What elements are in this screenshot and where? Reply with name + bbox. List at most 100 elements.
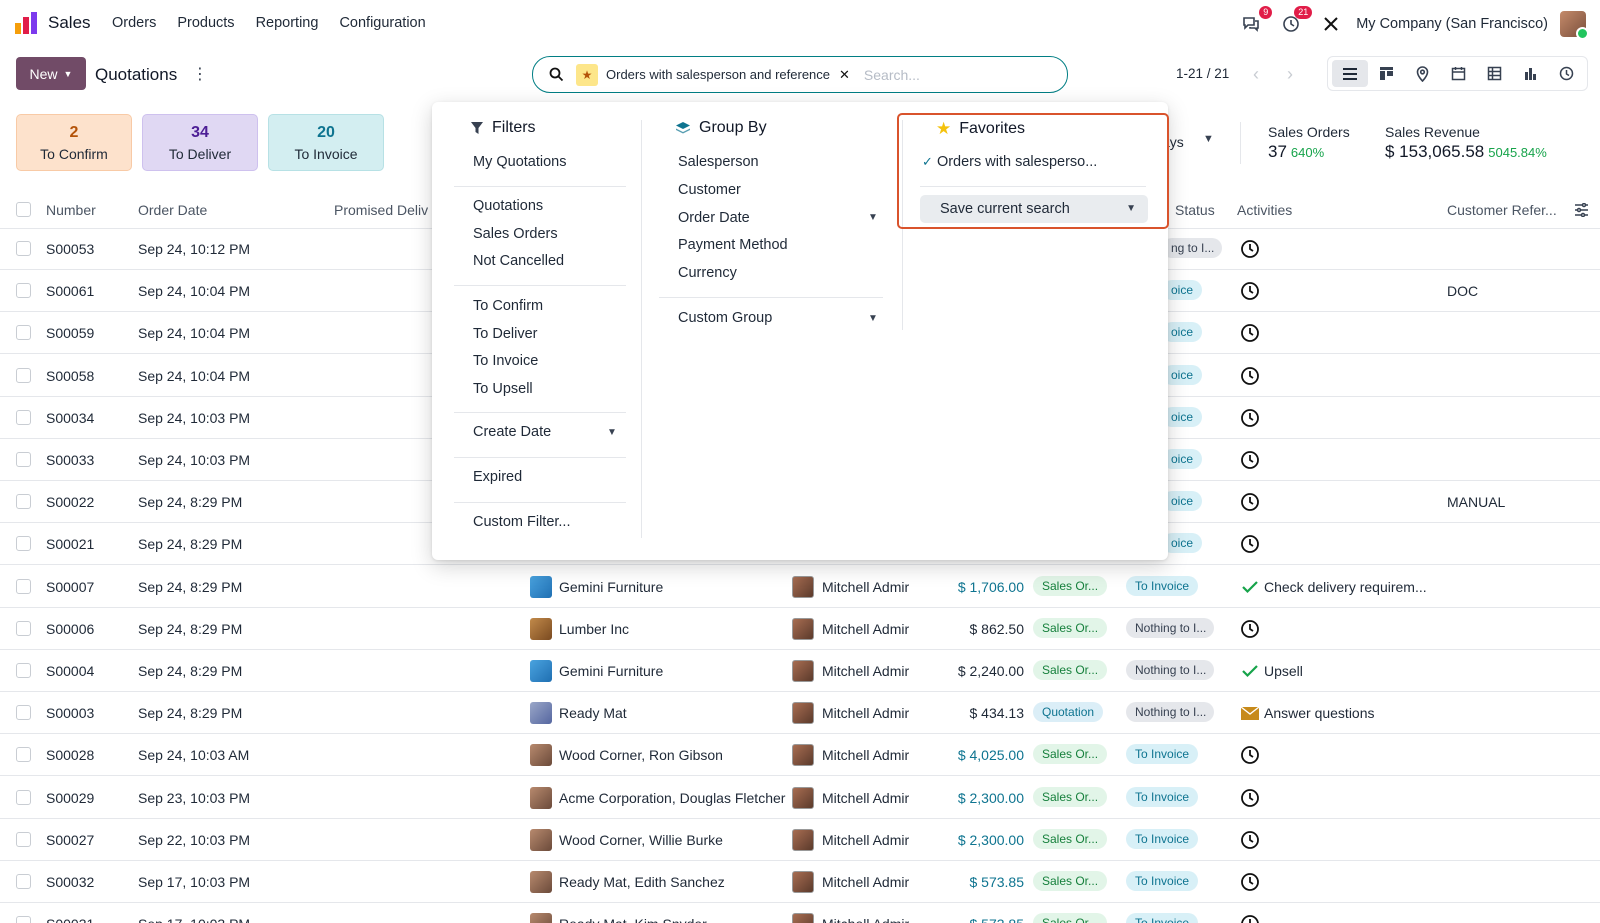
groupby-salesperson[interactable]: Salesperson [678,154,759,170]
tools-icon[interactable] [1318,11,1344,37]
clock-icon[interactable] [1240,450,1260,470]
table-row[interactable]: S00004 Sep 24, 8:29 PM Gemini Furniture Mit… [0,650,1600,692]
row-checkbox[interactable] [16,409,31,425]
filter-expired[interactable]: Expired [473,469,522,485]
row-checkbox[interactable] [16,874,31,889]
table-row[interactable]: S00006 Sep 24, 8:29 PM Lumber Inc Mitchell … [0,608,1600,650]
row-checkbox[interactable] [16,452,31,467]
remove-facet-icon[interactable]: ✕ [839,67,850,83]
filter-quotations[interactable]: Quotations [473,198,543,214]
caret-down-icon[interactable]: ▼ [868,212,878,223]
row-checkbox[interactable] [16,916,31,923]
groupby-payment-method[interactable]: Payment Method [678,237,788,253]
search-input[interactable] [863,66,1044,83]
sales-app-icon[interactable] [14,11,38,35]
groupby-order-date[interactable]: Order Date [678,210,750,226]
row-checkbox[interactable] [16,494,31,510]
activities-clock-icon[interactable]: 21 [1278,6,1313,37]
row-checkbox[interactable] [16,747,31,763]
kpi-to-deliver[interactable]: 34 To Deliver [142,114,258,171]
map-view-icon[interactable] [1404,60,1440,87]
search-bar[interactable]: ★ Orders with salesperson and reference … [532,56,1068,93]
row-checkbox[interactable] [16,536,31,552]
table-row[interactable]: S00032 Sep 17, 10:03 PM Ready Mat, Edith S… [0,861,1600,903]
col-number[interactable]: Number [46,202,96,218]
filter-my-quotations[interactable]: My Quotations [473,154,567,170]
clock-icon[interactable] [1240,492,1260,512]
col-invoice-status[interactable]: Status [1175,202,1215,218]
row-checkbox[interactable] [16,620,31,636]
col-order-date[interactable]: Order Date [138,202,207,218]
user-avatar[interactable] [1560,11,1589,40]
pager-next-icon[interactable]: › [1277,61,1303,87]
clock-icon[interactable] [1240,323,1260,343]
clock-icon[interactable] [1240,408,1260,428]
table-row[interactable]: S00007 Sep 24, 8:29 PM Gemini Furniture Mit… [0,566,1600,608]
caret-down-icon[interactable]: ▼ [607,427,617,438]
menu-products[interactable]: Products [177,15,234,31]
actions-menu-icon[interactable]: ⋮ [192,64,208,84]
clock-icon[interactable] [1240,872,1260,892]
app-name[interactable]: Sales [48,13,91,33]
col-activities[interactable]: Activities [1237,202,1292,218]
graph-view-icon[interactable] [1512,60,1548,87]
check-icon[interactable] [1240,661,1260,681]
kanban-view-icon[interactable] [1368,60,1404,87]
calendar-view-icon[interactable] [1440,60,1476,87]
clock-icon[interactable] [1240,534,1260,554]
clock-icon[interactable] [1240,788,1260,808]
custom-filter-link[interactable]: Custom Filter... [473,514,571,530]
row-checkbox[interactable] [16,705,31,721]
table-row[interactable]: S00027 Sep 22, 10:03 PM Wood Corner, Willi… [0,819,1600,861]
pager-previous-icon[interactable]: ‹ [1243,61,1269,87]
messages-icon[interactable]: 9 [1238,6,1273,37]
row-checkbox[interactable] [16,663,31,678]
table-row[interactable]: S00031 Sep 17, 10:03 PM Ready Mat, Kim Sny… [0,903,1600,923]
menu-orders[interactable]: Orders [112,15,156,31]
kpi-to-invoice[interactable]: 20 To Invoice [268,114,384,171]
row-checkbox[interactable] [16,789,31,805]
row-checkbox[interactable] [16,367,31,383]
table-row[interactable]: S00028 Sep 24, 10:03 AM Wood Corner, Ron G… [0,734,1600,777]
activity-view-icon[interactable] [1548,60,1584,87]
clock-icon[interactable] [1240,914,1260,923]
custom-group-select[interactable]: Custom Group [678,310,772,326]
clock-icon[interactable] [1240,830,1260,850]
company-switcher[interactable]: My Company (San Francisco) [1356,16,1548,32]
groupby-currency[interactable]: Currency [678,265,737,281]
pivot-view-icon[interactable] [1476,60,1512,87]
clock-icon[interactable] [1240,281,1260,301]
col-promised-delivery[interactable]: Promised Deliv [334,202,428,218]
table-row[interactable]: S00003 Sep 24, 8:29 PM Ready Mat Mitchell A… [0,692,1600,735]
clock-icon[interactable] [1240,366,1260,386]
caret-down-icon[interactable]: ▼ [868,313,878,324]
mail-icon[interactable] [1240,703,1260,723]
row-checkbox[interactable] [16,283,31,299]
clock-icon[interactable] [1240,745,1260,765]
row-checkbox[interactable] [16,578,31,594]
new-button[interactable]: New ▼ [16,57,86,90]
table-row[interactable]: S00029 Sep 23, 10:03 PM Acme Corporation, … [0,777,1600,819]
kpi-to-confirm[interactable]: 2 To Confirm [16,114,132,171]
filter-not-cancelled[interactable]: Not Cancelled [473,253,564,269]
filter-to-confirm[interactable]: To Confirm [473,298,543,314]
groupby-customer[interactable]: Customer [678,182,741,198]
select-all-checkbox[interactable] [16,202,31,217]
clock-icon[interactable] [1240,239,1260,259]
row-checkbox[interactable] [16,831,31,847]
menu-reporting[interactable]: Reporting [256,15,319,31]
row-checkbox[interactable] [16,241,31,256]
row-checkbox[interactable] [16,325,31,341]
pager-value[interactable]: 1-21 / 21 [1176,66,1229,81]
filter-create-date[interactable]: Create Date [473,424,551,440]
col-customer-reference[interactable]: Customer Refer... [1447,202,1557,218]
menu-configuration[interactable]: Configuration [339,15,425,31]
filter-to-invoice[interactable]: To Invoice [473,353,538,369]
filter-sales-orders[interactable]: Sales Orders [473,226,558,242]
optional-columns-icon[interactable] [1574,203,1589,217]
clock-icon[interactable] [1240,619,1260,639]
list-view-icon[interactable] [1332,60,1368,87]
filter-to-deliver[interactable]: To Deliver [473,326,537,342]
filter-to-upsell[interactable]: To Upsell [473,381,533,397]
check-icon[interactable] [1240,577,1260,597]
